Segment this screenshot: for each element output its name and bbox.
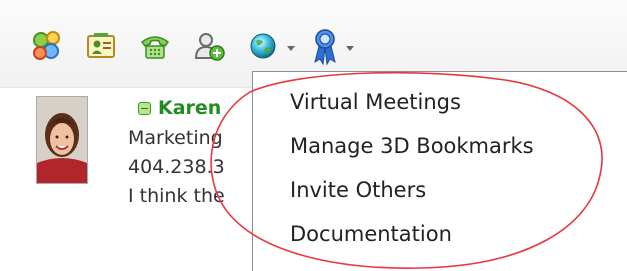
menu-item-virtual-meetings[interactable]: Virtual Meetings: [290, 90, 461, 114]
contacts-icon: [33, 31, 60, 60]
status-available-icon: [138, 101, 151, 115]
contact-phone: 404.238.3: [128, 156, 225, 178]
globe-dropdown-button[interactable]: [247, 26, 295, 66]
menu-item-documentation[interactable]: Documentation: [290, 222, 452, 246]
menu-item-manage-3d-bookmarks[interactable]: Manage 3D Bookmarks: [290, 134, 534, 158]
globe-icon: [250, 33, 276, 59]
business-card-button[interactable]: [84, 26, 118, 66]
contacts-button[interactable]: [30, 26, 64, 66]
contact-name[interactable]: Karen: [158, 97, 221, 119]
contact-name-row: Karen: [128, 96, 221, 120]
ribbon-dropdown-menu: Virtual Meetings Manage 3D Bookmarks Inv…: [252, 71, 627, 271]
phone-icon: [140, 36, 170, 59]
add-contact-icon: [194, 33, 225, 61]
business-card-icon: [87, 33, 115, 58]
ribbon-dropdown-button[interactable]: [310, 26, 354, 66]
contact-title: Marketing: [128, 127, 223, 149]
contact-note: I think the: [128, 185, 225, 207]
menu-item-invite-others[interactable]: Invite Others: [290, 178, 426, 202]
phone-button[interactable]: [138, 26, 172, 66]
avatar: [36, 96, 88, 184]
add-contact-button[interactable]: [192, 26, 226, 66]
avatar-photo: [37, 97, 87, 183]
ribbon-award-icon: [314, 29, 336, 66]
chevron-down-icon: [287, 45, 295, 51]
chevron-down-icon: [346, 45, 354, 51]
screen: Karen Marketing 404.238.3 I think the Vi…: [0, 0, 627, 271]
